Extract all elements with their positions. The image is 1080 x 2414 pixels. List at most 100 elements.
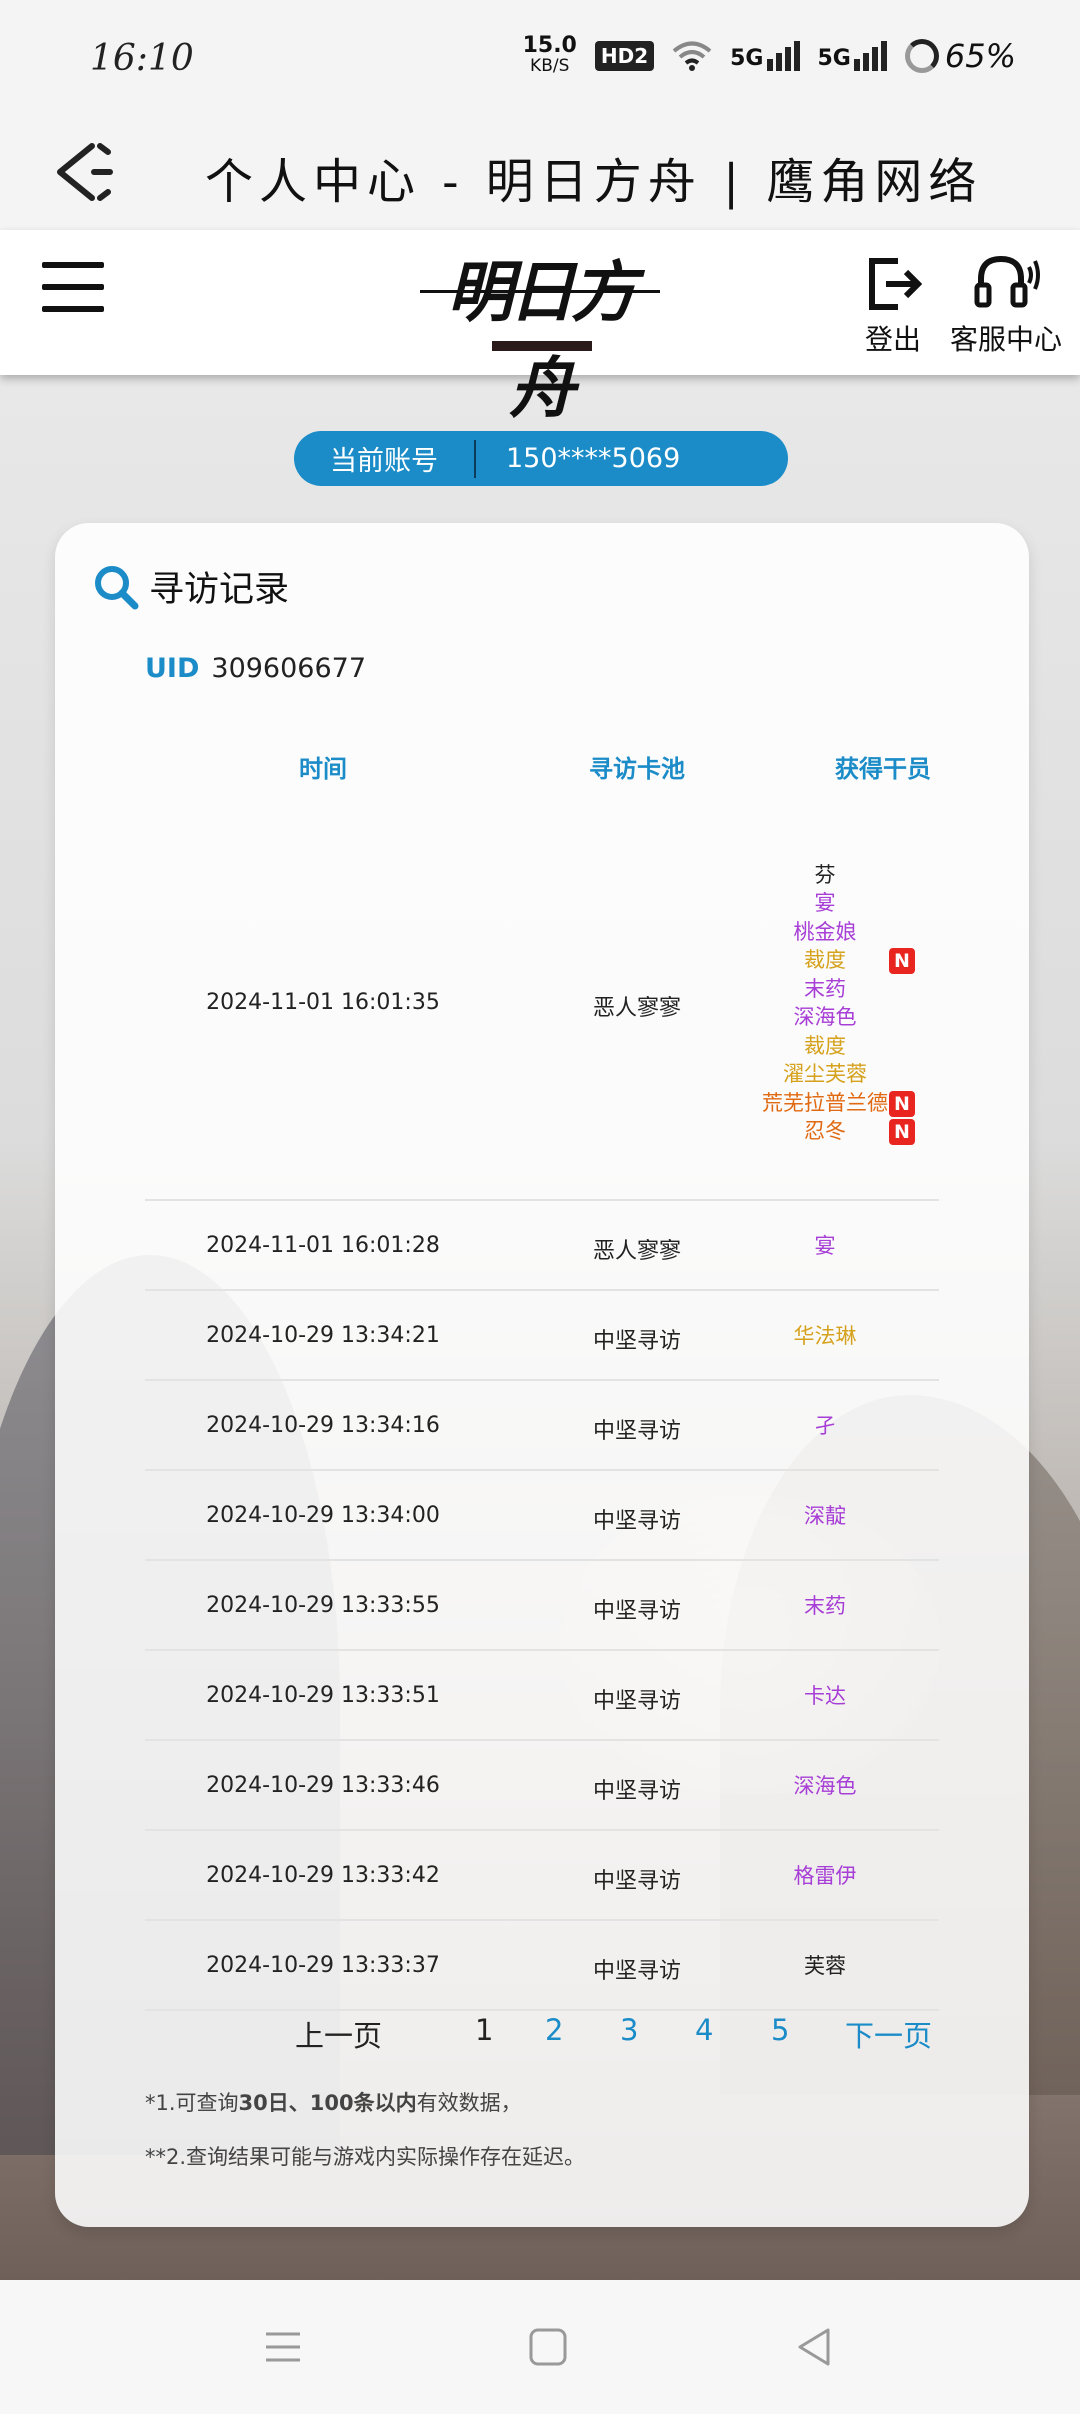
next-page-button[interactable]: 下一页	[845, 2013, 932, 2055]
network-speed-unit: KB/S	[530, 56, 570, 76]
page-4-button[interactable]: 4	[695, 2013, 713, 2047]
table-row: 2024-10-29 13:34:16 中坚寻访孑	[145, 1381, 939, 1471]
page-3-button[interactable]: 3	[620, 2013, 638, 2047]
customer-service-label: 客服中心	[949, 323, 1062, 356]
page-2-button[interactable]: 2	[545, 2013, 563, 2047]
operator-entry: 裁度 N	[705, 946, 945, 975]
card-title-text: 寻访记录	[149, 570, 290, 610]
record-time: 2024-10-29 13:34:21	[206, 1323, 440, 1348]
operator-entry: 裁度	[705, 1032, 945, 1061]
operator-entry: 芬	[705, 861, 945, 890]
logout-label: 登出	[864, 323, 921, 356]
operator-name: 深海色	[793, 1773, 857, 1798]
operator-name: 忍冬	[804, 1119, 846, 1143]
page-1-button[interactable]: 1	[475, 2013, 493, 2047]
record-operators: 卡达	[705, 1682, 945, 1711]
page-5-button[interactable]: 5	[771, 2013, 789, 2047]
operator-name: 深靛	[804, 1503, 846, 1528]
menu-icon[interactable]	[42, 262, 104, 314]
signal-1-label: 5G	[730, 46, 764, 71]
table-row: 2024-10-29 13:33:42 中坚寻访 格雷伊	[145, 1831, 939, 1921]
pagination: 上一页 1 2 3 4 5 下一页	[145, 2013, 939, 2063]
back-arrow-icon[interactable]	[48, 132, 128, 212]
operator-entry: 卡达	[705, 1682, 945, 1711]
operator-entry: 华法琳	[705, 1322, 945, 1351]
page-title: 个人中心 - 明日方舟 | 鹰角网络	[205, 154, 983, 210]
operator-name: 末药	[804, 1593, 846, 1618]
record-table: 2024-11-01 16:01:35 恶人寥寥芬宴桃金娘 裁度 N 末药 深海色 裁度 濯尘…	[145, 805, 939, 2011]
table-row: 2024-11-01 16:01:28 恶人寥寥宴	[145, 1201, 939, 1291]
battery-percent: 65%	[944, 37, 1016, 75]
operator-entry: 桃金娘	[705, 918, 945, 947]
recent-apps-icon[interactable]	[258, 2322, 308, 2372]
operator-entry: 末药	[705, 1592, 945, 1621]
column-header-time: 时间	[299, 755, 347, 783]
new-badge: N	[889, 1090, 915, 1117]
table-row: 2024-10-29 13:33:55 中坚寻访 末药	[145, 1561, 939, 1651]
account-value: 150****5069	[506, 443, 681, 474]
operator-name: 裁度	[804, 948, 846, 972]
record-operators: 孑	[705, 1412, 945, 1441]
site-header: 明日方舟 登出 客服中心	[0, 230, 1080, 427]
operator-entry: 深海色	[705, 1003, 945, 1032]
note-query-limit: *1.可查询30日、100条以内有效数据，	[145, 2087, 522, 2117]
status-bar: 16:10 15.0 KB/S HD2 5G 5G 65%	[0, 0, 1080, 120]
column-header-pool: 寻访卡池	[589, 755, 685, 783]
operator-entry: 格雷伊	[705, 1862, 945, 1891]
operator-entry: 末药	[705, 975, 945, 1004]
record-operators: 芬宴桃金娘 裁度 N 末药 深海色 裁度 濯尘芙蓉 荒芜拉普兰德 N 忍冬 N	[705, 861, 945, 1146]
operator-name: 深海色	[793, 1005, 857, 1029]
arknights-logo[interactable]: 明日方舟	[420, 244, 660, 427]
table-row: 2024-11-01 16:01:35 恶人寥寥芬宴桃金娘 裁度 N 末药 深海色 裁度 濯尘…	[145, 805, 939, 1201]
operator-name: 格雷伊	[793, 1863, 857, 1888]
operator-name: 末药	[804, 976, 846, 1001]
table-row: 2024-10-29 13:33:46 中坚寻访 深海色	[145, 1741, 939, 1831]
home-icon[interactable]	[523, 2322, 573, 2372]
uid-label: UID	[145, 653, 200, 684]
search-icon	[95, 565, 139, 609]
uid-value: 309606677	[211, 653, 366, 684]
operator-entry: 深靛	[705, 1502, 945, 1531]
record-operators: 宴	[705, 1232, 945, 1261]
card-title: 寻访记录	[93, 561, 289, 612]
record-operators: 末药	[705, 1592, 945, 1621]
back-nav-icon[interactable]	[790, 2322, 840, 2372]
operator-name: 宴	[814, 1233, 836, 1258]
operator-entry: 宴	[705, 1232, 945, 1261]
record-time: 2024-10-29 13:33:55	[206, 1593, 440, 1618]
logout-button[interactable]: 登出	[858, 250, 928, 358]
new-badge: N	[889, 1119, 915, 1145]
status-icons: 15.0 KB/S HD2 5G 5G 65%	[522, 33, 1016, 77]
account-label: 当前账号	[330, 446, 438, 477]
operator-name: 荒芜拉普兰德	[762, 1090, 888, 1115]
operator-entry: 荒芜拉普兰德 N	[705, 1089, 945, 1118]
note1-suffix: 有效数据，	[416, 2091, 522, 2115]
operator-name: 芬	[814, 862, 836, 887]
record-time: 2024-11-01 16:01:28	[206, 1233, 440, 1258]
record-time: 2024-11-01 16:01:35	[206, 990, 440, 1015]
operator-entry: 芙蓉	[705, 1952, 945, 1981]
uid-line: UID 309606677	[145, 653, 366, 684]
record-time: 2024-10-29 13:33:51	[206, 1683, 440, 1708]
new-badge: N	[889, 948, 915, 974]
battery-indicator: 65%	[904, 37, 1016, 75]
record-time: 2024-10-29 13:34:16	[206, 1413, 440, 1438]
signal-icon-1: 5G	[730, 41, 800, 71]
operator-entry: 濯尘芙蓉	[705, 1060, 945, 1089]
note1-bold: 30日、100条以内	[238, 2091, 417, 2115]
table-row: 2024-10-29 13:34:00 中坚寻访 深靛	[145, 1471, 939, 1561]
hd-voice-icon: HD2	[594, 41, 655, 71]
record-operators: 华法琳	[705, 1322, 945, 1351]
prev-page-button[interactable]: 上一页	[295, 2013, 382, 2055]
network-speed: 15.0 KB/S	[522, 33, 577, 77]
wifi-icon	[672, 41, 712, 71]
operator-name: 裁度	[804, 1033, 846, 1058]
customer-service-button[interactable]: 客服中心	[944, 250, 1068, 358]
operator-name: 孑	[814, 1413, 836, 1438]
table-row: 2024-10-29 13:34:21 中坚寻访 华法琳	[145, 1291, 939, 1381]
record-time: 2024-10-29 13:33:37	[206, 1953, 440, 1978]
status-time: 16:10	[90, 38, 194, 79]
network-speed-value: 15.0	[522, 33, 577, 58]
table-row: 2024-10-29 13:33:51 中坚寻访 卡达	[145, 1651, 939, 1741]
operator-name: 宴	[814, 891, 836, 915]
